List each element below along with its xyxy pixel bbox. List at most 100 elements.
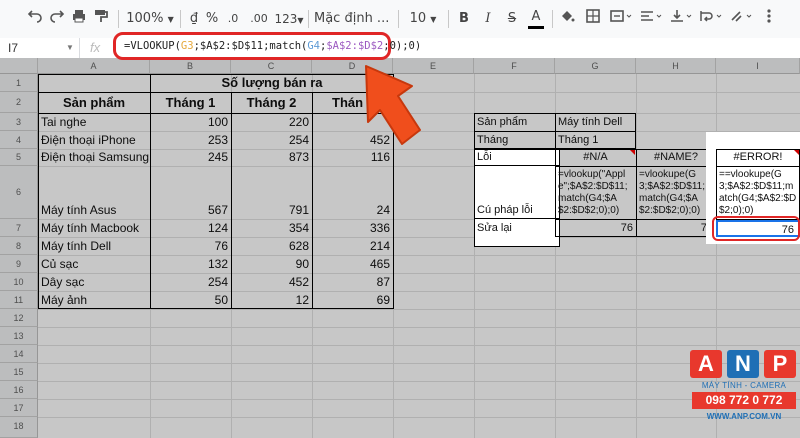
lookup-value[interactable]: Tháng 1: [555, 131, 636, 149]
value-cell[interactable]: 253: [150, 131, 231, 149]
row-header[interactable]: 15: [0, 363, 38, 381]
value-cell[interactable]: 50: [150, 291, 231, 309]
name-box[interactable]: I7 ▼: [0, 38, 80, 58]
value-cell[interactable]: 465: [312, 255, 393, 273]
value-cell[interactable]: 220: [231, 113, 312, 131]
print-icon[interactable]: [70, 8, 88, 30]
result-cell[interactable]: 76: [636, 219, 716, 237]
lookup-value[interactable]: Máy tính Dell: [555, 113, 636, 131]
column-header-c[interactable]: C: [231, 58, 312, 74]
syntax-label-cell[interactable]: Cú pháp lỗi: [474, 166, 560, 219]
header-cell[interactable]: Tháng 1: [150, 92, 231, 113]
value-cell[interactable]: 567: [150, 201, 231, 219]
value-cell[interactable]: 12: [231, 291, 312, 309]
row-header[interactable]: 6: [0, 166, 38, 219]
row-header[interactable]: 11: [0, 291, 38, 309]
formula-text-cell[interactable]: =vlookupe(G3;$A$2:$D$11;match(G4;$A$2:$D…: [636, 166, 716, 219]
header-cell[interactable]: Sản phẩm: [38, 92, 150, 113]
row-header[interactable]: 14: [0, 345, 38, 363]
column-header-h[interactable]: H: [636, 58, 716, 74]
text-rotation-icon[interactable]: [728, 8, 754, 30]
row-header[interactable]: 2: [0, 92, 38, 113]
value-cell[interactable]: 124: [150, 219, 231, 237]
value-cell[interactable]: 245: [150, 149, 231, 166]
value-cell[interactable]: 87: [312, 273, 393, 291]
value-cell[interactable]: 116: [312, 149, 393, 166]
row-header[interactable]: 8: [0, 237, 38, 255]
horizontal-align-icon[interactable]: [638, 8, 664, 30]
value-cell[interactable]: 24: [312, 201, 393, 219]
value-cell[interactable]: 791: [231, 201, 312, 219]
increase-decimal-button[interactable]: .00: [246, 8, 272, 30]
redo-icon[interactable]: [48, 8, 66, 30]
row-header[interactable]: 7: [0, 219, 38, 237]
value-cell[interactable]: 452: [231, 273, 312, 291]
undo-icon[interactable]: [26, 8, 44, 30]
vertical-align-icon[interactable]: [668, 8, 694, 30]
select-all-corner[interactable]: [0, 58, 38, 74]
value-cell[interactable]: 100: [150, 113, 231, 131]
text-color-button[interactable]: A: [528, 8, 544, 29]
column-header-a[interactable]: A: [38, 58, 150, 74]
row-header[interactable]: 1: [0, 74, 38, 92]
product-cell[interactable]: Củ sạc: [38, 255, 150, 273]
row-header[interactable]: 10: [0, 273, 38, 291]
row-header[interactable]: 3: [0, 113, 38, 131]
bold-button[interactable]: B: [456, 8, 472, 30]
error-label-cell[interactable]: Lỗi: [474, 149, 560, 166]
header-cell[interactable]: Tháng 2: [231, 92, 312, 113]
error-error-cell[interactable]: #ERROR!: [716, 149, 800, 166]
row-header[interactable]: 4: [0, 131, 38, 149]
value-cell[interactable]: 873: [231, 149, 312, 166]
lookup-label[interactable]: Tháng: [474, 131, 555, 149]
lookup-label[interactable]: Sản phẩm: [474, 113, 555, 131]
product-cell[interactable]: Dây sạc: [38, 273, 150, 291]
zoom-select[interactable]: 100% ▼: [124, 8, 176, 30]
column-header-b[interactable]: B: [150, 58, 231, 74]
borders-icon[interactable]: [584, 8, 602, 30]
column-header-g[interactable]: G: [555, 58, 636, 74]
column-header-i[interactable]: I: [716, 58, 800, 74]
product-cell[interactable]: Điện thoại iPhone: [38, 131, 150, 149]
more-formats-button[interactable]: 123▼: [272, 8, 306, 30]
italic-button[interactable]: I: [480, 8, 496, 30]
merge-cells-icon[interactable]: [608, 8, 634, 30]
formula-input[interactable]: =VLOOKUP(G3;$A$2:$D$11;match(G4;$A$2:$D$…: [113, 32, 421, 60]
value-cell[interactable]: 336: [312, 219, 393, 237]
fill-color-icon[interactable]: [558, 8, 576, 30]
row-header[interactable]: 16: [0, 381, 38, 399]
row-header[interactable]: 5: [0, 149, 38, 166]
product-cell[interactable]: Máy tính Macbook: [38, 219, 150, 237]
formula-text-cell[interactable]: ==vlookupe(G3;$A$2:$D$11;match(G4;$A$2:$…: [716, 166, 800, 219]
value-cell[interactable]: 254: [231, 131, 312, 149]
selected-cell-i7[interactable]: 76: [716, 220, 800, 237]
product-cell[interactable]: Máy ảnh: [38, 291, 150, 309]
row-header[interactable]: 9: [0, 255, 38, 273]
product-cell[interactable]: Máy tính Asus: [38, 201, 150, 219]
text-wrap-icon[interactable]: [698, 8, 724, 30]
product-cell[interactable]: Tai nghe: [38, 113, 150, 131]
result-cell[interactable]: 76: [555, 219, 636, 237]
decrease-decimal-button[interactable]: .0: [222, 8, 244, 30]
column-header-f[interactable]: F: [474, 58, 555, 74]
percent-button[interactable]: %: [204, 8, 220, 30]
value-cell[interactable]: 132: [150, 255, 231, 273]
value-cell[interactable]: 354: [231, 219, 312, 237]
row-header[interactable]: 13: [0, 327, 38, 345]
row-header[interactable]: 12: [0, 309, 38, 327]
error-name-cell[interactable]: #NAME?: [636, 149, 716, 166]
font-select[interactable]: Mặc định ... ▼: [314, 8, 394, 46]
error-na-cell[interactable]: #N/A: [555, 149, 636, 166]
fix-label-cell[interactable]: Sửa lại: [474, 219, 560, 237]
value-cell[interactable]: 254: [150, 273, 231, 291]
value-cell[interactable]: 90: [231, 255, 312, 273]
row-header[interactable]: 18: [0, 417, 38, 438]
paint-format-icon[interactable]: [92, 8, 110, 30]
currency-button[interactable]: ₫: [186, 8, 202, 30]
strikethrough-button[interactable]: S: [504, 8, 520, 30]
product-cell[interactable]: Máy tính Dell: [38, 237, 150, 255]
product-cell[interactable]: Điện thoại Samsung: [38, 149, 150, 166]
value-cell[interactable]: 76: [150, 237, 231, 255]
value-cell[interactable]: 69: [312, 291, 393, 309]
value-cell[interactable]: 214: [312, 237, 393, 255]
